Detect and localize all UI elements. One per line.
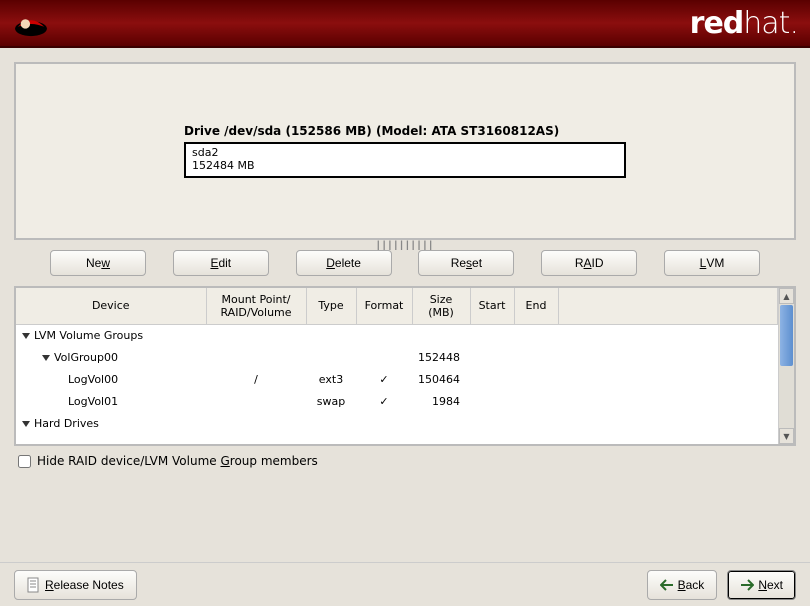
hide-raid-input[interactable] xyxy=(18,455,31,468)
arrow-left-icon xyxy=(660,579,674,591)
col-format[interactable]: Format xyxy=(356,288,412,324)
drive-label: Drive /dev/sda (152586 MB) (Model: ATA S… xyxy=(184,124,626,138)
scrollbar[interactable]: ▲ ▼ xyxy=(778,288,794,444)
redhat-logo-icon xyxy=(12,8,50,38)
next-button[interactable]: Next xyxy=(727,570,796,600)
chevron-down-icon[interactable] xyxy=(22,333,30,339)
hide-raid-checkbox[interactable]: Hide RAID device/LVM Volume Group member… xyxy=(14,446,796,476)
table-header-row: Device Mount Point/RAID/Volume Type Form… xyxy=(16,288,778,324)
document-icon xyxy=(27,577,41,593)
col-type[interactable]: Type xyxy=(306,288,356,324)
back-button[interactable]: Back xyxy=(647,570,718,600)
release-notes-button[interactable]: Release Notes xyxy=(14,570,137,600)
raid-button[interactable]: RAID xyxy=(541,250,637,276)
checkmark-icon: ✓ xyxy=(356,390,412,412)
brand-text: redhat. xyxy=(690,6,798,41)
table-row[interactable]: LogVol00 / ext3 ✓ 150464 xyxy=(16,368,778,390)
col-mount[interactable]: Mount Point/RAID/Volume xyxy=(206,288,306,324)
header: redhat. xyxy=(0,0,810,48)
footer: Release Notes Back Next xyxy=(0,562,810,606)
scrollbar-thumb[interactable] xyxy=(780,305,793,366)
delete-button[interactable]: Delete xyxy=(296,250,392,276)
toolbar: New Edit Delete Reset RAID LVM xyxy=(14,250,796,286)
reset-button[interactable]: Reset xyxy=(418,250,514,276)
arrow-right-icon xyxy=(740,579,754,591)
partition-size: 152484 MB xyxy=(192,159,618,172)
scroll-down-icon[interactable]: ▼ xyxy=(779,428,794,444)
partition-table[interactable]: Device Mount Point/RAID/Volume Type Form… xyxy=(14,286,796,446)
checkmark-icon: ✓ xyxy=(356,368,412,390)
partition-name: sda2 xyxy=(192,146,618,159)
partition-box[interactable]: sda2 152484 MB xyxy=(184,142,626,178)
lvm-button[interactable]: LVM xyxy=(664,250,760,276)
table-row[interactable]: LogVol01 swap ✓ 1984 xyxy=(16,390,778,412)
chevron-down-icon[interactable] xyxy=(22,421,30,427)
table-row[interactable]: LVM Volume Groups xyxy=(16,324,778,346)
col-spacer xyxy=(558,288,778,324)
chevron-down-icon[interactable] xyxy=(42,355,50,361)
col-start[interactable]: Start xyxy=(470,288,514,324)
splitter-grip[interactable]: ┃┃┃┃┃┃┃┃┃┃ xyxy=(14,240,796,250)
col-end[interactable]: End xyxy=(514,288,558,324)
edit-button[interactable]: Edit xyxy=(173,250,269,276)
col-size[interactable]: Size(MB) xyxy=(412,288,470,324)
table-row[interactable]: VolGroup00 152448 xyxy=(16,346,778,368)
table-row[interactable]: Hard Drives xyxy=(16,412,778,434)
drive-panel: Drive /dev/sda (152586 MB) (Model: ATA S… xyxy=(14,62,796,240)
col-device[interactable]: Device xyxy=(16,288,206,324)
scroll-up-icon[interactable]: ▲ xyxy=(779,288,794,304)
new-button[interactable]: New xyxy=(50,250,146,276)
